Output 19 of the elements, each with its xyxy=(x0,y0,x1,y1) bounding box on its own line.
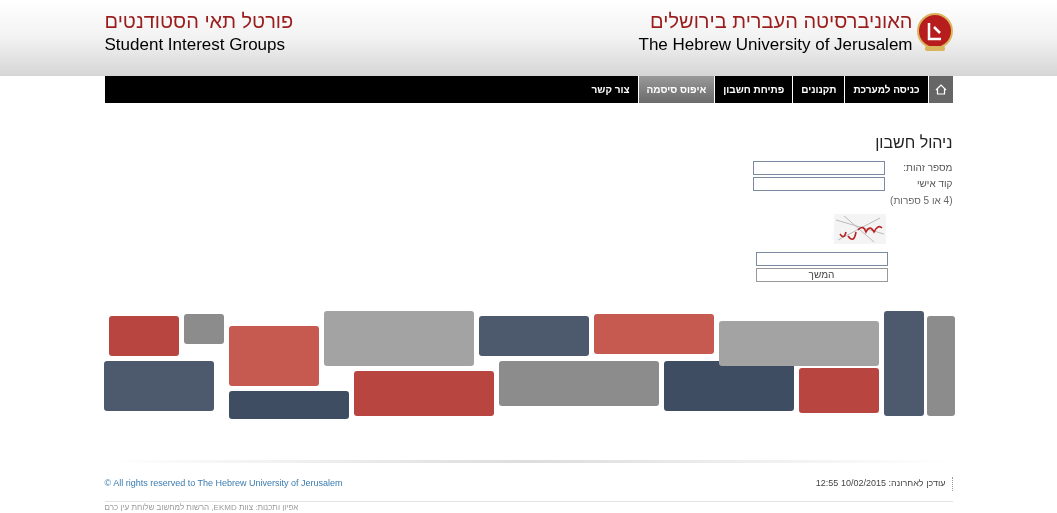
nav-tab[interactable]: איפוס סיסמה xyxy=(638,76,716,103)
last-updated-text: עודכן לאחרונה: 10/02/2015 12:55 xyxy=(815,477,953,491)
field-label: קוד אישי xyxy=(916,177,953,191)
portal-title: Student Interest Groups xyxy=(104,34,285,56)
input-field[interactable] xyxy=(752,161,885,175)
portal-title-hebrew: פורטל תאי הסטודנטים xyxy=(104,9,294,33)
input-field[interactable] xyxy=(752,177,885,191)
hint-text: (4 או 5 ספרות) xyxy=(890,194,953,208)
university-name: The Hebrew University of Jerusalem xyxy=(638,34,913,56)
credit-text: אפיון ותכנות: צוות EKMD, הרשות למחשוב שלוחת עין כרם xyxy=(104,502,299,513)
home-button[interactable] xyxy=(928,76,953,103)
home-icon xyxy=(934,84,947,95)
field-label: מספר זהות: xyxy=(903,161,953,175)
captcha-input[interactable] xyxy=(755,252,888,266)
continue-button[interactable]: המשך xyxy=(755,268,888,282)
university-logo-icon xyxy=(916,13,953,53)
form-title: ניהול חשבון xyxy=(875,133,953,153)
university-name-hebrew: האוניברסיטה העברית בירושלים xyxy=(650,9,913,33)
copyright-link[interactable]: © All rights reserved to The Hebrew University of Jerusalem xyxy=(104,477,343,491)
